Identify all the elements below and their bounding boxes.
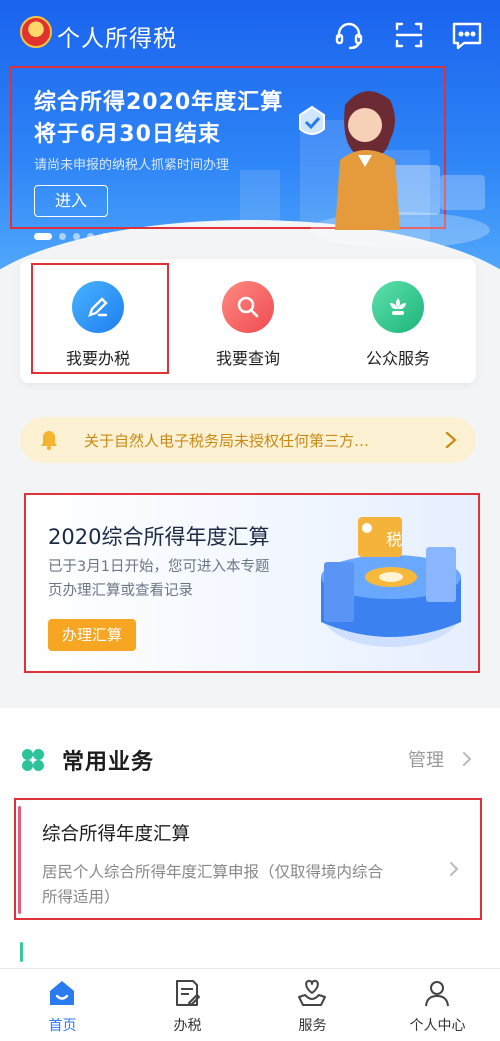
promo-illustration: 税: [321, 517, 461, 647]
promo-illus-tag: 税: [386, 530, 402, 549]
banner-enter-button[interactable]: 进入: [34, 185, 108, 217]
person-icon: [425, 981, 449, 1007]
message-icon[interactable]: [450, 18, 484, 52]
bell-icon: [41, 431, 57, 451]
banner-illustration: [299, 91, 490, 248]
notice-bar[interactable]: 关于自然人电子税务局未授权任何第三方…: [20, 417, 476, 463]
service-label: 我要查询: [215, 349, 280, 368]
chevron-right-icon: [450, 862, 459, 876]
tab-label: 首页: [48, 1018, 77, 1034]
tab-profile[interactable]: 个人中心: [375, 969, 500, 1041]
flower-icon: [372, 281, 424, 333]
service-label: 公众服务: [365, 349, 430, 368]
business-item-annual-settlement[interactable]: 综合所得年度汇算 居民个人综合所得年度汇算申报（仅取得境内综合 所得适用）: [14, 798, 482, 920]
carousel-dot[interactable]: [73, 233, 80, 240]
next-item-accent-bar: [20, 942, 23, 962]
scan-icon[interactable]: [392, 18, 426, 52]
carousel-dot[interactable]: [59, 233, 66, 240]
banner-title-line2: 将于6月30日结束: [34, 122, 221, 147]
app-header: 个人所得税: [0, 0, 500, 66]
item-accent-bar: [18, 806, 21, 914]
chevron-right-icon: [445, 431, 457, 449]
highlight-frame: [31, 263, 169, 374]
tab-tax[interactable]: 办税: [125, 969, 250, 1041]
promo-description-line2: 页办理汇算或查看记录: [48, 583, 193, 599]
carousel-dot[interactable]: [87, 233, 94, 240]
section-title: 常用业务: [62, 750, 155, 775]
tab-home[interactable]: 首页: [0, 969, 125, 1041]
business-item-description: 居民个人综合所得年度汇算申报（仅取得境内综合: [42, 863, 384, 881]
clover-icon: [22, 749, 44, 771]
notice-text: 关于自然人电子税务局未授权任何第三方…: [84, 432, 370, 450]
tab-label: 个人中心: [409, 1018, 466, 1034]
tax-emblem-logo: [20, 16, 52, 48]
business-item-description-line2: 所得适用）: [42, 888, 120, 906]
banner-title: 综合所得2020年度汇算: [34, 90, 284, 115]
annual-settlement-card[interactable]: 2020综合所得年度汇算 已于3月1日开始，您可进入本专题 页办理汇算或查看记录…: [24, 493, 480, 673]
home-icon: [50, 981, 74, 1005]
app-title: 个人所得税: [57, 26, 177, 52]
promo-title: 2020综合所得年度汇算: [48, 525, 270, 549]
manage-link[interactable]: 管理: [408, 746, 444, 772]
tab-label: 办税: [173, 1018, 202, 1034]
promo-description: 已于3月1日开始，您可进入本专题: [48, 559, 270, 575]
headset-icon[interactable]: [332, 18, 366, 52]
tab-service[interactable]: 服务: [250, 969, 375, 1041]
bottom-tab-bar: 首页 办税 服务 个人中心: [0, 968, 500, 1041]
search-icon: [222, 281, 274, 333]
service-query[interactable]: 我要查询: [178, 259, 318, 383]
carousel-dot[interactable]: [34, 233, 52, 240]
service-public[interactable]: 公众服务: [328, 259, 468, 383]
business-item-title: 综合所得年度汇算: [42, 824, 191, 845]
process-settlement-button[interactable]: 办理汇算: [48, 619, 136, 651]
tab-label: 服务: [298, 1018, 327, 1034]
carousel-indicator: [34, 233, 108, 240]
banner-subtitle: 请尚未申报的纳税人抓紧时间办理: [34, 158, 230, 173]
heart-hand-icon: [298, 979, 326, 1006]
document-icon: [176, 980, 200, 1006]
chevron-right-icon[interactable]: [461, 750, 473, 768]
carousel-dot[interactable]: [101, 233, 108, 240]
